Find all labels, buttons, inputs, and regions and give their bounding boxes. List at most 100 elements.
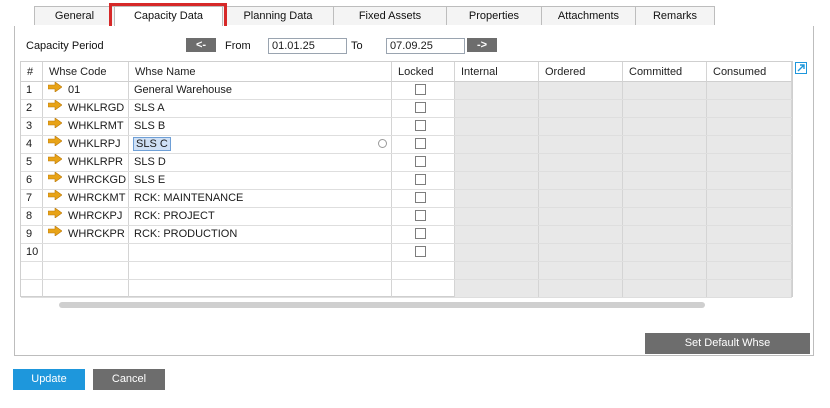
locked-cell[interactable] — [392, 244, 455, 261]
whse-code-cell[interactable]: WHKLRMT — [43, 118, 129, 135]
ordered-cell[interactable] — [539, 100, 623, 117]
orange-arrow-icon[interactable] — [47, 82, 63, 98]
ordered-cell[interactable] — [539, 262, 623, 279]
locked-cell[interactable] — [392, 82, 455, 99]
internal-cell[interactable] — [455, 118, 539, 135]
col-header-committed[interactable]: Committed — [623, 62, 707, 82]
ordered-cell[interactable] — [539, 226, 623, 243]
set-default-whse-button[interactable]: Set Default Whse — [645, 333, 810, 354]
internal-cell[interactable] — [455, 280, 539, 297]
update-button[interactable]: Update — [13, 369, 85, 390]
orange-arrow-icon[interactable] — [47, 136, 63, 152]
locked-cell[interactable] — [392, 226, 455, 243]
whse-code-cell[interactable]: WHRCKPJ — [43, 208, 129, 225]
whse-name-cell[interactable]: General Warehouse — [129, 82, 392, 99]
table-row[interactable]: 6 WHRCKGD SLS E — [21, 172, 792, 190]
locked-checkbox[interactable] — [415, 210, 426, 221]
committed-cell[interactable] — [623, 190, 707, 207]
col-header-internal[interactable]: Internal — [455, 62, 539, 82]
locked-checkbox[interactable] — [415, 156, 426, 167]
committed-cell[interactable] — [623, 154, 707, 171]
whse-code-cell[interactable]: WHRCKMT — [43, 190, 129, 207]
ordered-cell[interactable] — [539, 136, 623, 153]
whse-code-cell[interactable] — [43, 280, 129, 297]
table-row[interactable]: 5 WHKLRPR SLS D — [21, 154, 792, 172]
locked-cell[interactable] — [392, 190, 455, 207]
previous-period-button[interactable]: <- — [186, 38, 216, 52]
internal-cell[interactable] — [455, 82, 539, 99]
whse-code-cell[interactable]: WHKLRPJ — [43, 136, 129, 153]
ordered-cell[interactable] — [539, 280, 623, 297]
table-row[interactable]: 8 WHRCKPJ RCK: PROJECT — [21, 208, 792, 226]
orange-arrow-icon[interactable] — [47, 172, 63, 188]
committed-cell[interactable] — [623, 208, 707, 225]
ordered-cell[interactable] — [539, 208, 623, 225]
whse-name-cell[interactable] — [129, 262, 392, 279]
whse-code-cell[interactable]: WHKLRGD — [43, 100, 129, 117]
locked-checkbox[interactable] — [415, 84, 426, 95]
tab-attachments[interactable]: Attachments — [541, 6, 636, 25]
locked-cell[interactable] — [392, 154, 455, 171]
locked-cell[interactable] — [392, 208, 455, 225]
ordered-cell[interactable] — [539, 244, 623, 261]
committed-cell[interactable] — [623, 280, 707, 297]
table-row[interactable]: 3 WHKLRMT SLS B — [21, 118, 792, 136]
consumed-cell[interactable] — [707, 172, 792, 189]
consumed-cell[interactable] — [707, 136, 792, 153]
locked-checkbox[interactable] — [415, 120, 426, 131]
consumed-cell[interactable] — [707, 280, 792, 297]
locked-checkbox[interactable] — [415, 228, 426, 239]
to-date-field[interactable]: 07.09.25 — [386, 38, 465, 54]
col-header-consumed[interactable]: Consumed — [707, 62, 792, 82]
tab-remarks[interactable]: Remarks — [635, 6, 715, 25]
table-row[interactable] — [21, 280, 792, 298]
locked-cell[interactable] — [392, 262, 455, 279]
committed-cell[interactable] — [623, 82, 707, 99]
locked-checkbox[interactable] — [415, 174, 426, 185]
whse-code-cell[interactable]: 01 — [43, 82, 129, 99]
internal-cell[interactable] — [455, 262, 539, 279]
locked-cell[interactable] — [392, 100, 455, 117]
table-row[interactable] — [21, 262, 792, 280]
locked-checkbox[interactable] — [415, 192, 426, 203]
committed-cell[interactable] — [623, 100, 707, 117]
committed-cell[interactable] — [623, 262, 707, 279]
locked-checkbox[interactable] — [415, 102, 426, 113]
horizontal-scrollbar[interactable] — [59, 302, 705, 308]
table-row[interactable]: 1 01 General Warehouse — [21, 82, 792, 100]
consumed-cell[interactable] — [707, 118, 792, 135]
col-header-locked[interactable]: Locked — [392, 62, 455, 82]
whse-name-cell[interactable]: SLS B — [129, 118, 392, 135]
tab-capacity-data[interactable]: Capacity Data — [114, 6, 223, 27]
whse-code-cell[interactable]: WHRCKGD — [43, 172, 129, 189]
internal-cell[interactable] — [455, 172, 539, 189]
locked-cell[interactable] — [392, 136, 455, 153]
consumed-cell[interactable] — [707, 190, 792, 207]
whse-name-cell[interactable]: RCK: PRODUCTION — [129, 226, 392, 243]
internal-cell[interactable] — [455, 208, 539, 225]
table-row[interactable]: 2 WHKLRGD SLS A — [21, 100, 792, 118]
committed-cell[interactable] — [623, 172, 707, 189]
col-header-ordered[interactable]: Ordered — [539, 62, 623, 82]
committed-cell[interactable] — [623, 244, 707, 261]
table-row[interactable]: 4 WHKLRPJ SLS C — [21, 136, 792, 154]
whse-name-cell[interactable]: RCK: MAINTENANCE — [129, 190, 392, 207]
tab-fixed-assets[interactable]: Fixed Assets — [333, 6, 447, 25]
whse-code-cell[interactable] — [43, 262, 129, 279]
whse-name-cell[interactable] — [129, 280, 392, 297]
whse-code-cell[interactable]: WHKLRPR — [43, 154, 129, 171]
whse-code-cell[interactable]: WHRCKPR — [43, 226, 129, 243]
table-row[interactable]: 9 WHRCKPR RCK: PRODUCTION — [21, 226, 792, 244]
next-period-button[interactable]: -> — [467, 38, 497, 52]
table-row[interactable]: 7 WHRCKMT RCK: MAINTENANCE — [21, 190, 792, 208]
whse-name-cell[interactable]: RCK: PROJECT — [129, 208, 392, 225]
committed-cell[interactable] — [623, 118, 707, 135]
ordered-cell[interactable] — [539, 82, 623, 99]
internal-cell[interactable] — [455, 190, 539, 207]
ordered-cell[interactable] — [539, 154, 623, 171]
tab-properties[interactable]: Properties — [446, 6, 542, 25]
ordered-cell[interactable] — [539, 172, 623, 189]
internal-cell[interactable] — [455, 136, 539, 153]
consumed-cell[interactable] — [707, 244, 792, 261]
whse-name-cell[interactable]: SLS D — [129, 154, 392, 171]
